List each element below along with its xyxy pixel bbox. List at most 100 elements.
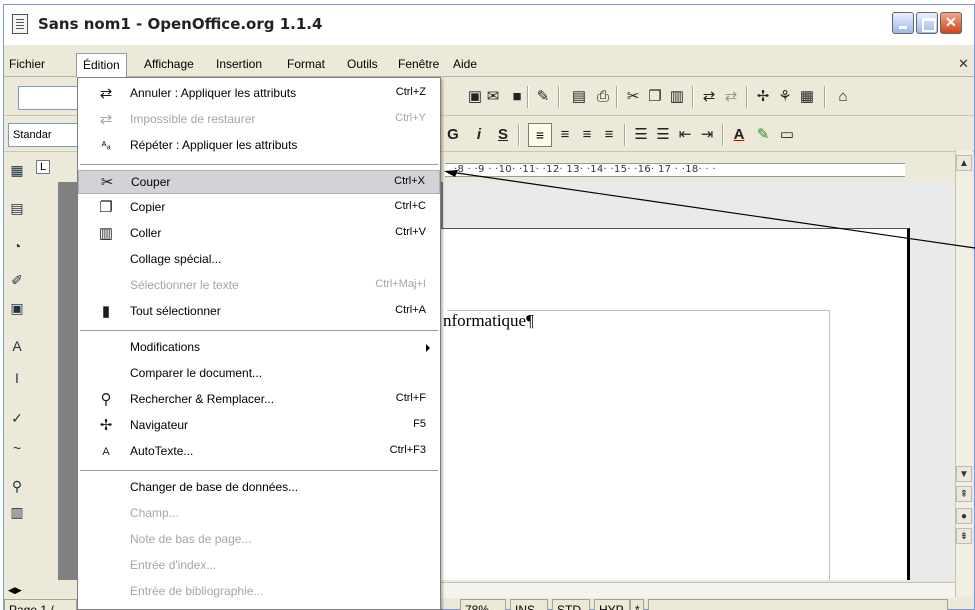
navigator-icon[interactable]: ✢ bbox=[754, 88, 772, 106]
cut-icon: ✂ bbox=[100, 174, 114, 191]
next-page-button[interactable]: ⇟ bbox=[956, 528, 972, 544]
navigator-icon: ✢ bbox=[99, 417, 113, 434]
menu-item-repeat[interactable]: ᴬₐ Répéter : Appliquer les attributs bbox=[78, 134, 440, 158]
menu-item-find-replace[interactable]: ⚲ Rechercher & Remplacer... Ctrl+F bbox=[78, 388, 440, 412]
insert-table-icon[interactable]: ▦ bbox=[7, 160, 27, 180]
menu-item-index-entry: Entrée d'index... bbox=[130, 558, 217, 572]
status-modified: * bbox=[630, 599, 644, 610]
autotext-icon: A bbox=[102, 446, 110, 458]
datasource-icon[interactable]: ⌂ bbox=[834, 88, 852, 106]
datasources-icon[interactable]: ▥ bbox=[7, 502, 27, 522]
bullets-icon[interactable]: ☰ bbox=[654, 126, 672, 144]
redo-icon[interactable]: ⇄ bbox=[722, 88, 740, 106]
find-replace-icon[interactable]: ⚲ bbox=[7, 476, 27, 496]
menu-fichier[interactable]: Fichier bbox=[9, 57, 45, 71]
previous-page-button[interactable]: ⇞ bbox=[956, 486, 972, 502]
print-icon[interactable]: ⎙ bbox=[594, 88, 612, 106]
insert-fields-icon[interactable]: ▤ bbox=[7, 198, 27, 218]
export-pdf-icon[interactable]: ▤ bbox=[570, 88, 588, 106]
insert-object-icon[interactable]: ◔ bbox=[7, 236, 27, 256]
menu-outils[interactable]: Outils bbox=[347, 57, 378, 71]
stylist-icon[interactable]: ⚘ bbox=[776, 88, 794, 106]
horizontal-scrollbar[interactable] bbox=[440, 582, 955, 598]
save-disk-icon[interactable]: ■ bbox=[508, 88, 526, 106]
numbering-icon[interactable]: ☰ bbox=[632, 126, 650, 144]
menu-insertion[interactable]: Insertion bbox=[216, 57, 262, 71]
gallery-icon[interactable]: ▦ bbox=[798, 88, 816, 106]
menu-item-paste[interactable]: ▥ Coller Ctrl+V bbox=[78, 222, 440, 246]
page-view-buttons[interactable]: ◀▶ bbox=[8, 584, 40, 598]
decrease-indent-icon[interactable]: ⇤ bbox=[676, 126, 694, 144]
save-icon[interactable]: ▣ bbox=[466, 88, 484, 106]
status-insert-mode[interactable]: INS bbox=[510, 599, 548, 610]
text-cursor-icon[interactable]: I bbox=[7, 368, 27, 388]
highlight-icon[interactable]: ✎ bbox=[754, 126, 772, 144]
scroll-up-button[interactable]: ▲ bbox=[956, 155, 972, 171]
document-text[interactable]: nformatique¶ bbox=[443, 311, 534, 331]
paragraph-style-combo[interactable]: Standar bbox=[8, 123, 78, 147]
paste-icon: ▥ bbox=[98, 225, 114, 242]
underline-icon[interactable]: S bbox=[494, 126, 512, 144]
justify-icon[interactable]: ≡ bbox=[600, 126, 618, 144]
url-combo[interactable] bbox=[18, 86, 78, 110]
menu-fenetre[interactable]: Fenêtre bbox=[398, 57, 439, 71]
increase-indent-icon[interactable]: ⇥ bbox=[698, 126, 716, 144]
background-color-icon[interactable]: ▭ bbox=[778, 126, 796, 144]
scroll-down-button[interactable]: ▼ bbox=[956, 466, 972, 482]
menu-item-compare[interactable]: Comparer le document... bbox=[78, 362, 440, 386]
repeat-icon: ᴬₐ bbox=[101, 140, 111, 152]
edit-menu: ⇄ Annuler : Appliquer les attributs Ctrl… bbox=[77, 77, 441, 610]
edit-file-icon[interactable]: ✎ bbox=[534, 88, 552, 106]
undo-icon[interactable]: ⇄ bbox=[700, 88, 718, 106]
menu-item-changes[interactable]: Modifications bbox=[78, 336, 440, 360]
status-page: Page 1 / bbox=[4, 599, 77, 610]
menu-item-change-database[interactable]: Changer de base de données... bbox=[78, 476, 440, 500]
title-bar[interactable]: Sans nom1 - OpenOffice.org 1.1.4 bbox=[4, 5, 974, 45]
close-button[interactable] bbox=[940, 12, 962, 34]
bold-icon[interactable]: G bbox=[444, 126, 462, 144]
menu-item-copy[interactable]: ❐ Copier Ctrl+C bbox=[78, 196, 440, 220]
navigation-button[interactable]: ● bbox=[956, 508, 972, 524]
menu-aide[interactable]: Aide bbox=[453, 57, 477, 71]
form-functions-icon[interactable]: ▣ bbox=[7, 298, 27, 318]
menu-item-select-text: Sélectionner le texte Ctrl+Maj+I bbox=[130, 278, 426, 292]
status-hyperlink-mode[interactable]: HYP bbox=[594, 599, 630, 610]
paste-icon[interactable]: ▥ bbox=[668, 88, 686, 106]
align-right-icon[interactable]: ≡ bbox=[578, 126, 596, 144]
font-color-icon[interactable]: A bbox=[730, 126, 748, 144]
minimize-button[interactable] bbox=[892, 12, 914, 34]
menu-bar: Fichier Édition Affichage Insertion Form… bbox=[4, 53, 974, 77]
menu-edition[interactable]: Édition bbox=[76, 53, 127, 77]
menu-item-paste-special[interactable]: Collage spécial... bbox=[78, 248, 440, 272]
autospellcheck-icon[interactable]: ~ bbox=[7, 438, 27, 458]
cut-icon[interactable]: ✂ bbox=[624, 88, 642, 106]
redo-icon: ⇄ bbox=[99, 111, 113, 128]
align-left-button[interactable]: ≡ bbox=[528, 123, 552, 147]
menu-item-undo[interactable]: ⇄ Annuler : Appliquer les attributs Ctrl… bbox=[78, 82, 440, 106]
italic-icon[interactable]: i bbox=[470, 126, 488, 144]
status-zoom[interactable]: 78% bbox=[460, 599, 506, 610]
spellcheck-icon[interactable]: ✓ bbox=[7, 408, 27, 428]
menu-item-autotext[interactable]: A AutoTexte... Ctrl+F3 bbox=[78, 440, 440, 464]
window-title: Sans nom1 - OpenOffice.org 1.1.4 bbox=[38, 15, 323, 33]
menu-item-cut[interactable]: ✂ Couper Ctrl+X bbox=[78, 170, 440, 194]
undo-icon: ⇄ bbox=[99, 85, 113, 102]
menu-item-redo: ⇄ Impossible de restaurer Ctrl+Y bbox=[78, 108, 440, 132]
close-document-icon[interactable]: ✕ bbox=[958, 56, 969, 72]
copy-icon: ❐ bbox=[99, 199, 113, 216]
open-icon[interactable]: ✉ bbox=[484, 88, 502, 106]
menu-item-navigator[interactable]: ✢ Navigateur F5 bbox=[78, 414, 440, 438]
align-center-icon[interactable]: ≡ bbox=[556, 126, 574, 144]
menu-item-field: Champ... bbox=[130, 506, 179, 520]
menu-item-select-all[interactable]: ▮ Tout sélectionner Ctrl+A bbox=[78, 300, 440, 324]
copy-icon[interactable]: ❐ bbox=[646, 88, 664, 106]
maximize-button[interactable] bbox=[916, 12, 938, 34]
menu-affichage[interactable]: Affichage bbox=[144, 57, 194, 71]
status-selection-mode[interactable]: STD bbox=[552, 599, 590, 610]
menu-format[interactable]: Format bbox=[287, 57, 325, 71]
draw-functions-icon[interactable]: ✐ bbox=[7, 270, 27, 290]
tab-stop-selector[interactable]: L bbox=[36, 160, 50, 174]
submenu-arrow-icon bbox=[426, 344, 430, 352]
paragraph-style-value: Standar bbox=[13, 129, 52, 141]
autotext-icon[interactable]: A bbox=[7, 336, 27, 356]
